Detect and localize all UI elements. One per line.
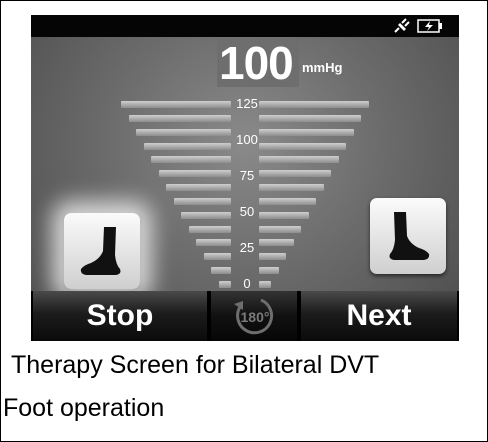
figure-frame: 100 mmHg 125 100 75 50 25 0 Stop 180° Next [0, 0, 488, 442]
scale-bar-right [259, 184, 324, 192]
scale-label: 25 [239, 240, 255, 255]
scale-bar-right [259, 211, 309, 219]
scale-label: 0 [243, 276, 251, 291]
caption-line-2: Foot operation [3, 394, 165, 422]
scale-bar-right [259, 239, 294, 247]
rotate-icon: 180° [234, 298, 274, 335]
scale-bar-left [203, 253, 231, 261]
scale-bar-left [158, 170, 231, 178]
next-button[interactable]: Next [301, 291, 457, 341]
scale-bar-left [166, 184, 231, 192]
left-foot-icon [80, 227, 121, 275]
status-bar [31, 15, 459, 37]
rotate-label: 180° [241, 309, 270, 325]
scale-bar-left [188, 225, 231, 233]
scale-bar-left [173, 197, 231, 205]
scale-bar-right [259, 170, 332, 178]
scale-bar-left [196, 239, 231, 247]
scale-bar-right [259, 156, 339, 164]
scale-bar-right [259, 142, 347, 150]
scale-label: 125 [236, 96, 258, 111]
right-foot-icon [389, 212, 430, 260]
scale-bar-left [219, 281, 231, 288]
scale-bar-right [259, 253, 287, 261]
battery-charging-icon [417, 19, 442, 33]
device-screen: 100 mmHg 125 100 75 50 25 0 Stop 180° Next [31, 15, 459, 341]
rotate-180-button[interactable]: 180° [211, 291, 297, 341]
bottom-button-bar: Stop 180° Next [31, 291, 459, 341]
plug-icon [394, 18, 410, 33]
scale-bar-left [136, 128, 231, 136]
scale-bar-left [143, 142, 231, 150]
scale-label: 100 [236, 132, 258, 147]
scale-bar-right [259, 101, 369, 108]
pressure-value: 100 [219, 37, 294, 89]
scale-bar-left [181, 211, 231, 219]
stop-button[interactable]: Stop [33, 291, 207, 341]
scale-bar-left [128, 114, 231, 122]
scale-bar-right [259, 114, 362, 122]
scale-bar-left [211, 267, 231, 275]
scale-bar-left [151, 156, 231, 164]
scale-bar-right [259, 128, 354, 136]
caption-line-1: Therapy Screen for Bilateral DVT [11, 351, 380, 379]
pressure-unit: mmHg [302, 60, 343, 75]
right-foot-button[interactable] [370, 198, 446, 274]
left-foot-button[interactable] [64, 213, 140, 289]
scale-label: 75 [239, 168, 255, 183]
scale-bar-left [121, 101, 231, 108]
scale-bar-right [259, 267, 279, 275]
scale-bar-right [259, 197, 317, 205]
scale-bar-right [259, 225, 302, 233]
scale-label: 50 [239, 204, 255, 219]
